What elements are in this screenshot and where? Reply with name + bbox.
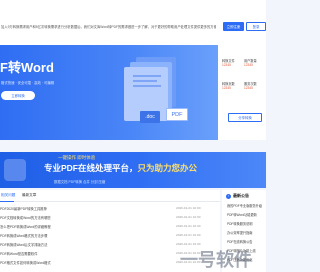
document-illustration: .doc PDF [120, 57, 200, 132]
text-line [133, 85, 161, 87]
banner-headline-prefix: 专业PDF在线处理平台， [44, 163, 138, 173]
announcements-header: ! 最新公告 [226, 193, 249, 199]
stat-value: 12345 [244, 86, 253, 90]
promo-banner[interactable]: 一键操作 即时体验 专业PDF在线处理平台，只为助力您办公 数据文档 PDF转换… [0, 152, 266, 188]
article-time: 2020-01-01 10:00 [176, 206, 201, 210]
tab-related-questions[interactable]: 相关问题 [1, 193, 15, 198]
banner-headline: 专业PDF在线处理平台，只为助力您办公 [44, 162, 197, 174]
bell-icon: ! [226, 193, 231, 199]
stat-value: 12345 [222, 63, 231, 67]
article-time: 2020-01-01 10:00 [176, 233, 201, 237]
announcement-item[interactable]: PDF转Word功能更新 [227, 212, 257, 217]
hero-banner: F转Word 格式快速 · 安全可靠 · 高效 · 可编辑 立即转换 .doc … [0, 45, 218, 140]
banner-subtitle: 一键操作 即时体验 [58, 155, 96, 160]
hero-tags: 格式快速 · 安全可靠 · 高效 · 可编辑 [1, 81, 55, 85]
active-tab-indicator [0, 200, 14, 202]
login-button[interactable]: 登录 [246, 22, 266, 31]
banner-headline-highlight: 只为助力您办公 [137, 163, 198, 173]
text-line [133, 75, 161, 77]
share-button[interactable]: 分享转换 [228, 113, 262, 122]
stat-value: 12345 [222, 86, 231, 90]
register-button[interactable]: 立即注册 [223, 22, 244, 31]
article-title[interactable]: PDF转换成Word格式的方法步骤 [0, 233, 47, 238]
article-time: 2020-01-01 10:00 [176, 224, 201, 228]
notice-text: 加入9万转换需求用户和5亿次转换需求进行分析数据后，我们对文库Word转PDF的… [1, 25, 216, 29]
announcement-item[interactable]: 我的PDF专业版服务升级 [227, 203, 262, 208]
text-line [133, 80, 157, 82]
article-tabs: 相关问题 最新文章 [0, 190, 220, 202]
article-title[interactable]: PDF转Word是否需要软件 [0, 251, 38, 256]
announcement-item[interactable]: PDF转换服务说明 [227, 221, 253, 226]
site-watermark: 一号软件 [180, 250, 252, 270]
convert-now-button[interactable]: 立即转换 [1, 91, 35, 100]
article-title[interactable]: PDF转换成Word后文字排版方法 [0, 242, 47, 247]
announcements-title: 最新公告 [233, 193, 249, 198]
doc-format-label: .doc [140, 111, 160, 123]
announcement-item[interactable]: 办公效率提升指南 [227, 230, 253, 235]
article-time: 2020-01-01 10:00 [176, 215, 201, 219]
article-title[interactable]: PDF2020最新PDF转换工具推荐 [0, 206, 47, 211]
stat-value: 12345 [244, 63, 253, 67]
stats-panel: 转换文件 12345 用户数量 12345 转换页数 12345 服务次数 12… [218, 45, 266, 140]
banner-logo-icon [4, 159, 26, 181]
tab-latest-articles[interactable]: 最新文章 [22, 193, 36, 198]
pdf-format-label: PDF [166, 108, 188, 121]
article-title[interactable]: 怎么把PDF转换成Word的详细教程 [0, 224, 51, 229]
article-title[interactable]: PDF文档转换成Word的方法有哪些 [0, 215, 51, 220]
hero-title: F转Word [0, 60, 54, 75]
banner-tags: 数据文档 PDF转换 合并 分割 压缩 [54, 180, 106, 184]
announcement-item[interactable]: PDF在线转换公告 [227, 239, 253, 244]
article-title[interactable]: PDF格式文件如何转换成Word格式 [0, 260, 51, 265]
